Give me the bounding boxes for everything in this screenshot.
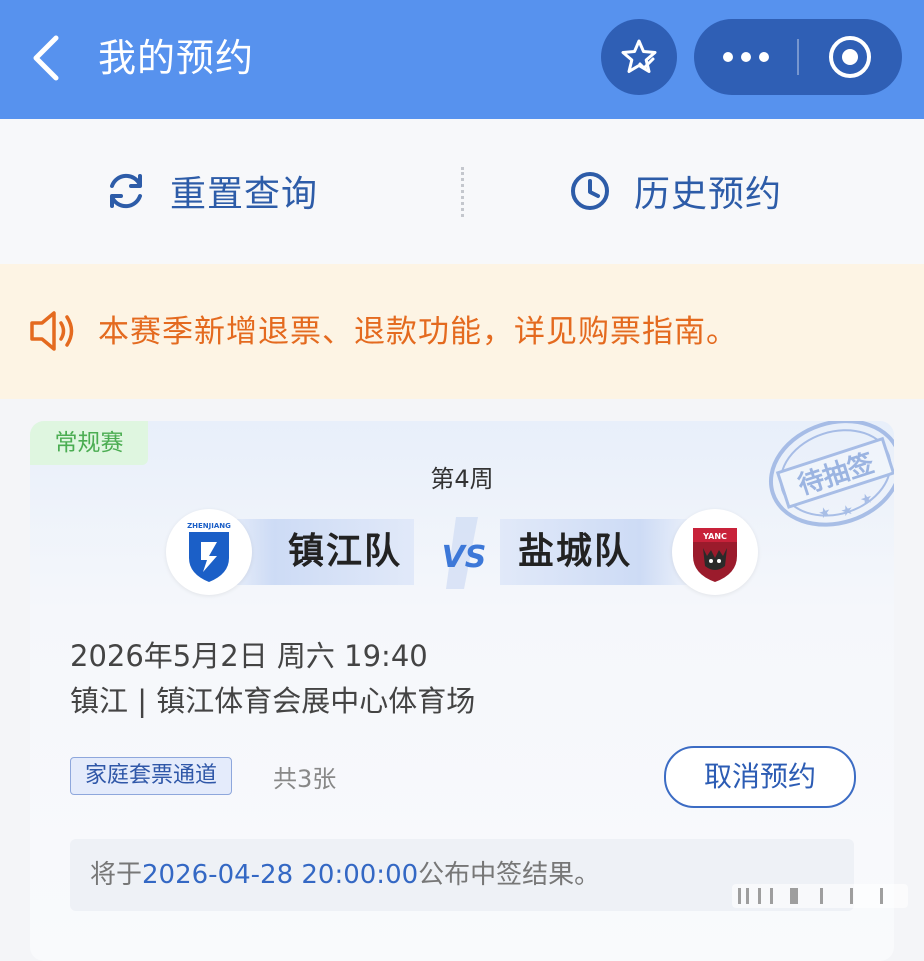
close-miniprogram-button[interactable] [800,19,902,95]
back-button[interactable] [28,30,78,86]
refresh-icon [110,173,142,209]
action-divider [461,167,464,217]
more-dots-icon [723,52,769,62]
reset-query-label: 重置查询 [170,174,319,215]
vs-icon: VS [442,517,487,589]
result-prefix: 将于 [90,860,143,890]
result-suffix: 公布中签结果。 [418,860,601,890]
capsule-divider [797,39,799,75]
watermark-logo [732,884,908,908]
result-time: 2026-04-28 20:00:00 [142,860,419,890]
history-booking-label: 历史预约 [634,174,783,215]
home-shield-icon: ZHENJIANG [187,522,231,582]
back-arrow-icon [33,35,59,81]
clock-icon [571,172,609,210]
favorite-button[interactable] [601,19,677,95]
action-bar: 重置查询 历史预约 [0,119,924,264]
away-team-logo: YANC [672,509,758,595]
matchup-row: ZHENJIANG 镇江队 VS 盐城队 YANC [30,509,894,601]
reset-query-button[interactable]: 重置查询 [104,159,318,223]
vs-text: VS [442,540,487,575]
channel-tag: 家庭套票通道 [70,757,233,795]
star-check-icon [621,39,657,73]
top-nav-bar: 我的预约 [0,0,924,119]
history-booking-button[interactable]: 历史预约 [568,159,782,223]
away-shield-icon: YANC [693,528,737,582]
away-logo-text: YANC [702,532,727,541]
away-team-name: 盐城队 [518,531,633,572]
home-logo-text: ZHENJIANG [187,522,231,530]
match-venue: 镇江 | 镇江体育会展中心体育场 [70,684,476,718]
round-label: 第4周 [430,465,494,493]
more-button[interactable] [694,19,796,95]
notice-banner: 本赛季新增退票、退款功能，详见购票指南。 [0,264,924,399]
page-title: 我的预约 [98,36,255,80]
match-datetime: 2026年5月2日 周六 19:40 [70,639,428,673]
ticket-count: 共3张 [273,765,337,793]
target-circle-icon [829,36,871,78]
speaker-icon [30,311,74,351]
notice-text: 本赛季新增退票、退款功能，详见购票指南。 [98,314,738,350]
home-team-name: 镇江队 [288,531,403,572]
cancel-reservation-button[interactable]: 取消预约 [664,746,856,808]
home-team-logo: ZHENJIANG [166,509,252,595]
miniprogram-capsule [694,19,902,95]
